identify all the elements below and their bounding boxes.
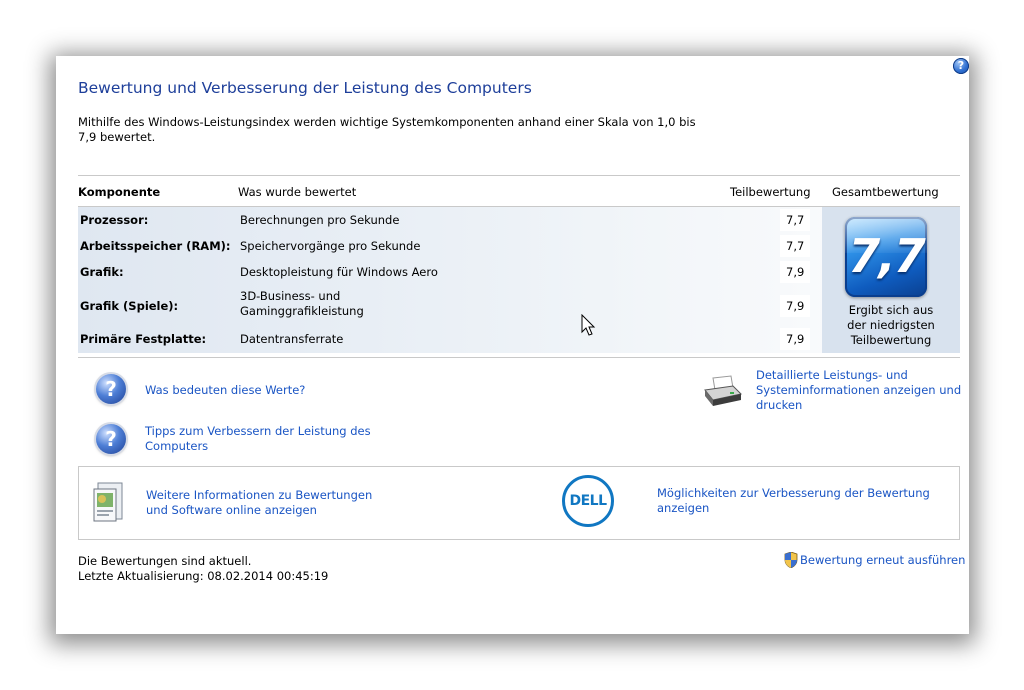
rerun-link[interactable]: Bewertung erneut ausführen <box>800 553 965 568</box>
component-test-line1: 3D-Business- und <box>240 289 341 303</box>
subscore-value: 7,7 <box>780 235 810 257</box>
table-divider <box>78 357 960 358</box>
table-row: Grafik (Spiele): 3D-Business- und Gaming… <box>78 285 810 327</box>
page-title: Bewertung und Verbesserung der Leistung … <box>78 79 532 97</box>
improve-link-line2[interactable]: anzeigen <box>657 501 930 516</box>
component-test-line2: Gaminggrafikleistung <box>240 304 364 318</box>
header-subscore: Teilbewertung <box>730 185 811 199</box>
info-box: Weitere Informationen zu Bewertungen und… <box>78 466 960 540</box>
component-test: Berechnungen pro Sekunde <box>240 213 400 227</box>
table-row: Primäre Festplatte: Datentransferrate 7,… <box>78 327 810 353</box>
subscore-value: 7,9 <box>780 261 810 283</box>
more-info-link[interactable]: Weitere Informationen zu Bewertungen und… <box>146 488 372 518</box>
subscore-value: 7,7 <box>780 209 810 231</box>
score-table: Komponente Was wurde bewertet Teilbewert… <box>78 175 960 353</box>
table-row: Prozessor: Berechnungen pro Sekunde 7,7 <box>78 207 810 233</box>
improve-link-line1[interactable]: Möglichkeiten zur Verbesserung der Bewer… <box>657 486 930 501</box>
uac-shield-icon[interactable] <box>784 552 798 568</box>
details-link-line2[interactable]: Systeminformationen anzeigen und <box>756 383 961 398</box>
total-caption-line3: Teilbewertung <box>850 333 932 347</box>
status-text: Die Bewertungen sind aktuell. Letzte Akt… <box>78 554 328 584</box>
details-link[interactable]: Detaillierte Leistungs- und Systeminform… <box>756 368 961 413</box>
component-name: Grafik: <box>80 265 124 279</box>
details-link-line1[interactable]: Detaillierte Leistungs- und <box>756 368 961 383</box>
details-link-line3[interactable]: drucken <box>756 398 961 413</box>
status-line1: Die Bewertungen sind aktuell. <box>78 554 252 568</box>
total-score-panel: 7,7 Ergibt sich aus der niedrigsten Teil… <box>822 207 960 353</box>
header-component: Komponente <box>78 185 161 199</box>
dell-logo: DELL <box>562 475 614 527</box>
question-icon[interactable]: ? <box>96 374 126 404</box>
software-info-icon[interactable] <box>92 481 126 523</box>
total-score-value: 7,7 <box>848 229 926 283</box>
component-test: Datentransferrate <box>240 332 344 346</box>
question-icon[interactable]: ? <box>96 424 126 454</box>
table-body: Prozessor: Berechnungen pro Sekunde 7,7 … <box>78 207 960 353</box>
tips-link-line1[interactable]: Tipps zum Verbessern der Leistung des <box>145 424 371 439</box>
subscore-value: 7,9 <box>780 328 810 350</box>
total-caption-line2: der niedrigsten <box>847 318 935 332</box>
tips-link[interactable]: Tipps zum Verbessern der Leistung des Co… <box>145 424 371 454</box>
header-what: Was wurde bewertet <box>238 185 357 199</box>
what-mean-link[interactable]: Was bedeuten diese Werte? <box>145 383 305 398</box>
help-icon[interactable]: ? <box>953 58 969 74</box>
table-header: Komponente Was wurde bewertet Teilbewert… <box>78 175 960 207</box>
total-score-badge: 7,7 <box>845 217 927 297</box>
component-test: Desktopleistung für Windows Aero <box>240 265 438 279</box>
table-row: Arbeitsspeicher (RAM): Speichervorgänge … <box>78 233 810 259</box>
total-score-caption: Ergibt sich aus der niedrigsten Teilbewe… <box>822 303 960 348</box>
subscore-value: 7,9 <box>780 295 810 317</box>
tips-link-line2[interactable]: Computers <box>145 439 371 454</box>
status-line2: Letzte Aktualisierung: 08.02.2014 00:45:… <box>78 569 329 583</box>
component-test: Speichervorgänge pro Sekunde <box>240 239 421 253</box>
mouse-cursor-icon <box>581 314 596 336</box>
printer-icon[interactable] <box>703 374 743 410</box>
component-name: Primäre Festplatte: <box>80 332 207 346</box>
component-name: Grafik (Spiele): <box>80 299 179 313</box>
total-caption-line1: Ergibt sich aus <box>848 303 934 317</box>
intro-text: Mithilfe des Windows-Leistungsindex werd… <box>78 115 696 144</box>
component-name: Arbeitsspeicher (RAM): <box>80 239 231 253</box>
more-info-link-line1[interactable]: Weitere Informationen zu Bewertungen <box>146 488 372 503</box>
header-total: Gesamtbewertung <box>832 185 939 199</box>
improve-rating-link[interactable]: Möglichkeiten zur Verbesserung der Bewer… <box>657 486 930 516</box>
more-info-link-line2[interactable]: und Software online anzeigen <box>146 503 372 518</box>
table-row: Grafik: Desktopleistung für Windows Aero… <box>78 259 810 285</box>
component-name: Prozessor: <box>80 213 149 227</box>
